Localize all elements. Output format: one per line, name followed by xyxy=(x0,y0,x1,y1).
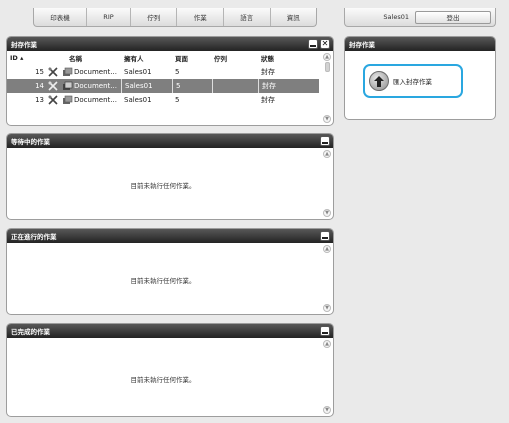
scroll-up-icon[interactable]: ▲ xyxy=(323,150,331,158)
job-name: Document... xyxy=(74,82,117,90)
job-id: 14 xyxy=(35,82,44,90)
job-pages: 5 xyxy=(175,68,180,76)
close-icon[interactable]: ✕ xyxy=(320,39,330,49)
panel-header: 等待中的作業 xyxy=(7,134,333,148)
upload-arrow-icon xyxy=(369,71,389,91)
archived-jobs-table: ID ▴ 名稱 擁有人 頁面 佇列 狀態 15 Document... Sale… xyxy=(7,51,319,125)
tab-info[interactable]: 資訊 xyxy=(271,8,317,26)
panel-title: 等待中的作業 xyxy=(11,138,50,146)
panel-title: 已完成的作業 xyxy=(11,328,50,336)
logout-button[interactable]: 登出 xyxy=(415,10,491,24)
job-status: 封存 xyxy=(261,68,275,76)
column-header-owner[interactable]: 擁有人 xyxy=(124,51,144,65)
vertical-scrollbar[interactable]: ▲ ▼ xyxy=(321,340,333,414)
panel-title: 封存作業 xyxy=(349,41,375,49)
table-header: ID ▴ 名稱 擁有人 頁面 佇列 狀態 xyxy=(7,51,319,65)
panel-title: 封存作業 xyxy=(11,41,37,49)
panel-header: 封存作業 xyxy=(345,37,495,51)
empty-message: 目前未執行任何作業。 xyxy=(130,376,196,384)
minimize-icon[interactable] xyxy=(320,326,330,336)
table-row[interactable]: 15 Document... Sales01 5 封存 xyxy=(7,65,319,79)
import-archive-button[interactable]: 匯入封存作業 xyxy=(363,64,463,98)
minimize-icon[interactable] xyxy=(320,231,330,241)
scroll-down-icon[interactable]: ▼ xyxy=(323,406,331,414)
minimize-icon[interactable] xyxy=(308,39,318,49)
job-name: Document... xyxy=(74,68,117,76)
column-header-id[interactable]: ID ▴ xyxy=(10,51,23,65)
job-id: 15 xyxy=(35,68,44,76)
column-header-name[interactable]: 名稱 xyxy=(69,51,82,65)
panel-header: 已完成的作業 xyxy=(7,324,333,338)
job-queue xyxy=(212,79,256,93)
running-jobs-panel: 正在進行的作業 目前未執行任何作業。 ▲ ▼ xyxy=(6,228,334,315)
job-name: Document... xyxy=(74,96,117,104)
document-stack-icon xyxy=(62,79,73,93)
minimize-icon[interactable] xyxy=(320,136,330,146)
tab-language[interactable]: 語言 xyxy=(224,8,271,26)
tools-icon xyxy=(48,79,59,93)
empty-message: 目前未執行任何作業。 xyxy=(130,277,196,285)
scroll-down-icon[interactable]: ▼ xyxy=(323,115,331,123)
job-status: 封存 xyxy=(258,79,276,93)
import-archive-label: 匯入封存作業 xyxy=(393,78,432,86)
document-stack-icon xyxy=(62,65,73,79)
scroll-up-icon[interactable]: ▲ xyxy=(323,340,331,348)
empty-message: 目前未執行任何作業。 xyxy=(130,182,196,190)
tools-icon xyxy=(48,65,59,79)
tab-rip[interactable]: RIP xyxy=(87,8,131,26)
job-owner: Sales01 xyxy=(124,68,152,76)
job-status: 封存 xyxy=(261,96,275,104)
job-pages: 5 xyxy=(172,79,180,93)
scroll-up-icon[interactable]: ▲ xyxy=(323,53,331,61)
main-tab-bar: 印表機 RIP 佇列 作業 語言 資訊 xyxy=(33,8,317,27)
job-owner: Sales01 xyxy=(124,96,152,104)
username-label: Sales01 xyxy=(383,13,409,21)
vertical-scrollbar[interactable]: ▲ ▼ xyxy=(321,53,333,123)
job-owner: Sales01 xyxy=(121,79,153,93)
vertical-scrollbar[interactable]: ▲ ▼ xyxy=(321,245,333,312)
scroll-up-icon[interactable]: ▲ xyxy=(323,245,331,253)
panel-title: 正在進行的作業 xyxy=(11,233,57,241)
archive-side-panel: 封存作業 匯入封存作業 xyxy=(344,36,496,120)
tab-queue[interactable]: 佇列 xyxy=(131,8,178,26)
column-header-status[interactable]: 狀態 xyxy=(261,51,274,65)
tab-printer[interactable]: 印表機 xyxy=(34,8,88,26)
user-bar: Sales01 登出 xyxy=(344,8,496,27)
scroll-thumb[interactable] xyxy=(325,62,330,72)
scroll-down-icon[interactable]: ▼ xyxy=(323,304,331,312)
waiting-jobs-panel: 等待中的作業 目前未執行任何作業。 ▲ ▼ xyxy=(6,133,334,220)
archived-jobs-panel: 封存作業 ✕ ID ▴ 名稱 擁有人 頁面 佇列 狀態 15 Document.… xyxy=(6,36,334,126)
column-header-pages[interactable]: 頁面 xyxy=(175,51,188,65)
tab-jobs[interactable]: 作業 xyxy=(177,8,224,26)
vertical-scrollbar[interactable]: ▲ ▼ xyxy=(321,150,333,217)
job-id: 13 xyxy=(35,96,44,104)
column-header-queue[interactable]: 佇列 xyxy=(214,51,227,65)
scroll-down-icon[interactable]: ▼ xyxy=(323,209,331,217)
panel-header: 封存作業 ✕ xyxy=(7,37,333,51)
tools-icon xyxy=(48,93,59,107)
document-stack-icon xyxy=(62,93,73,107)
panel-header: 正在進行的作業 xyxy=(7,229,333,243)
table-row-selected[interactable]: 14 Document... Sales01 5 封存 xyxy=(7,79,319,93)
job-pages: 5 xyxy=(175,96,180,104)
completed-jobs-panel: 已完成的作業 目前未執行任何作業。 ▲ ▼ xyxy=(6,323,334,417)
table-row[interactable]: 13 Document... Sales01 5 封存 xyxy=(7,93,319,107)
